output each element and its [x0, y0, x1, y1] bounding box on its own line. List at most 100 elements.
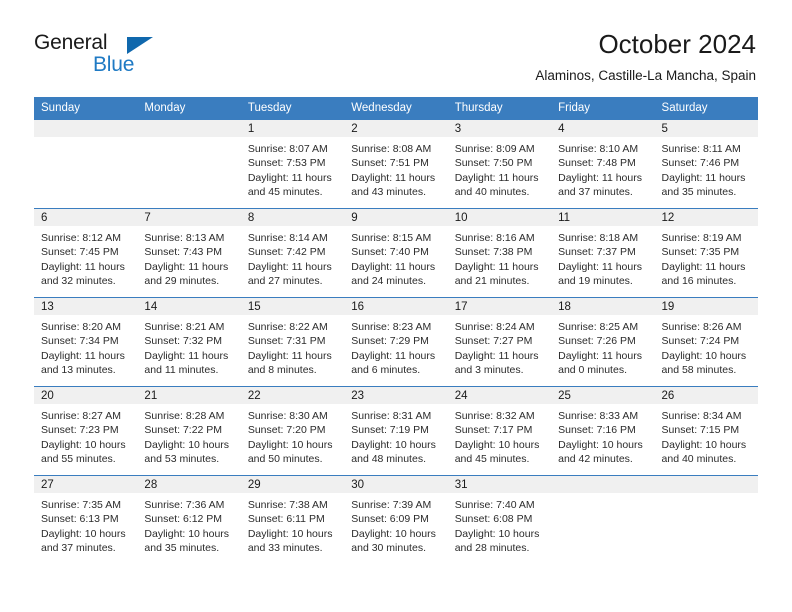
sunset-text: Sunset: 7:23 PM: [41, 424, 119, 437]
daylight-text-line2: and 37 minutes.: [41, 541, 116, 554]
sunset-text: Sunset: 7:19 PM: [351, 424, 429, 437]
calendar-day-cell[interactable]: 5 Sunrise: 8:11 AM Sunset: 7:46 PM Daylight…: [654, 119, 758, 209]
calendar-day-cell-empty: [34, 119, 138, 209]
calendar-day-cell[interactable]: 4 Sunrise: 8:10 AM Sunset: 7:48 PM Daylight…: [551, 119, 655, 209]
day-details: Sunrise: 8:09 AM Sunset: 7:50 PM Daylight:…: [448, 137, 551, 199]
calendar-day-cell[interactable]: 26 Sunrise: 8:34 AM Sunset: 7:15 PM Dayligh…: [654, 386, 758, 476]
daylight-text-line1: Daylight: 11 hours: [41, 260, 125, 273]
sunrise-text: Sunrise: 8:13 AM: [144, 232, 225, 244]
day-number: 16: [344, 298, 448, 315]
calendar-day-cell[interactable]: 27 Sunrise: 7:35 AM Sunset: 6:13 PM Dayligh…: [34, 475, 138, 565]
calendar-week-row: 6 Sunrise: 8:12 AM Sunset: 7:45 PM Daylight…: [34, 208, 758, 298]
day-number: 21: [137, 387, 241, 404]
daylight-text-line2: and 42 minutes.: [558, 452, 633, 465]
daylight-text-line1: Daylight: 10 hours: [41, 438, 126, 451]
day-details: Sunrise: 8:20 AM Sunset: 7:34 PM Daylight:…: [34, 315, 137, 377]
calendar-day-cell[interactable]: 12 Sunrise: 8:19 AM Sunset: 7:35 PM Dayligh…: [654, 208, 758, 298]
sunrise-text: Sunrise: 8:10 AM: [558, 143, 639, 155]
calendar-day-cell[interactable]: 14 Sunrise: 8:21 AM Sunset: 7:32 PM Dayligh…: [137, 297, 241, 387]
sunrise-text: Sunrise: 8:32 AM: [454, 410, 535, 422]
calendar-day-cell[interactable]: 24 Sunrise: 8:32 AM Sunset: 7:17 PM Dayligh…: [447, 386, 552, 476]
sunrise-text: Sunrise: 7:39 AM: [351, 499, 432, 511]
calendar-day-cell[interactable]: 6 Sunrise: 8:12 AM Sunset: 7:45 PM Daylight…: [34, 208, 138, 298]
sunrise-text: Sunrise: 8:28 AM: [144, 410, 225, 422]
calendar-week-row: 27 Sunrise: 7:35 AM Sunset: 6:13 PM Dayligh…: [34, 475, 758, 565]
day-details: Sunrise: 8:14 AM Sunset: 7:42 PM Daylight:…: [241, 226, 344, 288]
day-number: 18: [551, 298, 655, 315]
day-details: Sunrise: 8:08 AM Sunset: 7:51 PM Daylight:…: [344, 137, 447, 199]
calendar-day-cell[interactable]: 20 Sunrise: 8:27 AM Sunset: 7:23 PM Dayligh…: [34, 386, 138, 476]
daylight-text-line1: Daylight: 10 hours: [247, 438, 333, 451]
calendar-day-cell[interactable]: 1 Sunrise: 8:07 AM Sunset: 7:53 PM Daylight…: [240, 119, 345, 209]
day-number: 9: [344, 209, 448, 226]
calendar-day-cell[interactable]: 29 Sunrise: 7:38 AM Sunset: 6:11 PM Dayligh…: [240, 475, 345, 565]
sunrise-text: Sunrise: 8:18 AM: [558, 232, 639, 244]
daylight-text-line1: Daylight: 10 hours: [351, 527, 436, 540]
daylight-text-line2: and 13 minutes.: [41, 363, 116, 376]
daylight-text-line2: and 16 minutes.: [661, 274, 737, 287]
calendar-day-cell[interactable]: 15 Sunrise: 8:22 AM Sunset: 7:31 PM Dayligh…: [240, 297, 345, 387]
calendar-day-cell[interactable]: 31 Sunrise: 7:40 AM Sunset: 6:08 PM Dayligh…: [447, 475, 552, 565]
day-number: 3: [447, 120, 552, 137]
calendar-day-cell[interactable]: 22 Sunrise: 8:30 AM Sunset: 7:20 PM Dayligh…: [240, 386, 345, 476]
calendar-day-cell[interactable]: 7 Sunrise: 8:13 AM Sunset: 7:43 PM Daylight…: [137, 208, 241, 298]
sunrise-text: Sunrise: 8:31 AM: [351, 410, 432, 422]
calendar-day-cell[interactable]: 10 Sunrise: 8:16 AM Sunset: 7:38 PM Dayligh…: [447, 208, 552, 298]
calendar-day-cell[interactable]: 13 Sunrise: 8:20 AM Sunset: 7:34 PM Dayligh…: [34, 297, 138, 387]
sunset-text: Sunset: 7:16 PM: [558, 424, 636, 437]
daylight-text-line2: and 0 minutes.: [558, 363, 627, 376]
calendar-day-cell[interactable]: 8 Sunrise: 8:14 AM Sunset: 7:42 PM Daylight…: [240, 208, 345, 298]
calendar-day-cell[interactable]: 23 Sunrise: 8:31 AM Sunset: 7:19 PM Dayligh…: [344, 386, 448, 476]
daylight-text-line1: Daylight: 10 hours: [661, 349, 747, 362]
daylight-text-line1: Daylight: 10 hours: [351, 438, 436, 451]
day-details: Sunrise: 8:21 AM Sunset: 7:32 PM Daylight:…: [137, 315, 240, 377]
sunrise-text: Sunrise: 8:33 AM: [558, 410, 639, 422]
sunrise-text: Sunrise: 8:08 AM: [351, 143, 432, 155]
sunset-text: Sunset: 7:27 PM: [454, 335, 533, 348]
daylight-text-line1: Daylight: 11 hours: [351, 260, 436, 273]
sunrise-text: Sunrise: 8:30 AM: [247, 410, 328, 422]
sunrise-text: Sunrise: 8:16 AM: [454, 232, 535, 244]
day-number: 6: [34, 209, 138, 226]
page-title: October 2024: [598, 29, 756, 59]
calendar-day-cell[interactable]: 19 Sunrise: 8:26 AM Sunset: 7:24 PM Dayligh…: [654, 297, 758, 387]
sunset-text: Sunset: 7:20 PM: [247, 424, 326, 437]
calendar-week-row: 20 Sunrise: 8:27 AM Sunset: 7:23 PM Dayligh…: [34, 386, 758, 476]
calendar-day-cell[interactable]: 11 Sunrise: 8:18 AM Sunset: 7:37 PM Dayligh…: [551, 208, 655, 298]
calendar-day-cell[interactable]: 18 Sunrise: 8:25 AM Sunset: 7:26 PM Dayligh…: [551, 297, 655, 387]
day-details: Sunrise: 7:36 AM Sunset: 6:12 PM Daylight:…: [137, 493, 240, 555]
day-number: 27: [34, 476, 138, 493]
calendar-day-cell[interactable]: 9 Sunrise: 8:15 AM Sunset: 7:40 PM Daylight…: [344, 208, 448, 298]
sunset-text: Sunset: 7:51 PM: [351, 157, 429, 170]
daylight-text-line1: Daylight: 10 hours: [454, 438, 540, 451]
calendar-day-cell[interactable]: 25 Sunrise: 8:33 AM Sunset: 7:16 PM Dayligh…: [551, 386, 655, 476]
weekday-header-wednesday: Wednesday: [344, 97, 448, 120]
day-number: 1: [240, 120, 345, 137]
day-details: Sunrise: 7:35 AM Sunset: 6:13 PM Daylight:…: [34, 493, 137, 555]
daylight-text-line2: and 45 minutes.: [247, 185, 323, 198]
sunset-text: Sunset: 7:38 PM: [454, 246, 533, 259]
day-number: 20: [34, 387, 138, 404]
calendar-day-cell[interactable]: 17 Sunrise: 8:24 AM Sunset: 7:27 PM Dayligh…: [447, 297, 552, 387]
sunset-text: Sunset: 7:48 PM: [558, 157, 636, 170]
calendar-day-cell[interactable]: 3 Sunrise: 8:09 AM Sunset: 7:50 PM Daylight…: [447, 119, 552, 209]
sunrise-text: Sunrise: 8:09 AM: [454, 143, 535, 155]
daylight-text-line1: Daylight: 10 hours: [144, 438, 230, 451]
calendar-day-cell[interactable]: 28 Sunrise: 7:36 AM Sunset: 6:12 PM Dayligh…: [137, 475, 241, 565]
weekday-header-monday: Monday: [137, 97, 241, 120]
day-details: Sunrise: 8:12 AM Sunset: 7:45 PM Daylight:…: [34, 226, 137, 288]
daylight-text-line2: and 6 minutes.: [351, 363, 421, 376]
day-details: Sunrise: 8:16 AM Sunset: 7:38 PM Daylight:…: [448, 226, 551, 288]
sunset-text: Sunset: 7:32 PM: [144, 335, 223, 348]
day-number: 11: [551, 209, 655, 226]
sunset-text: Sunset: 7:34 PM: [41, 335, 119, 348]
calendar-day-cell[interactable]: 2 Sunrise: 8:08 AM Sunset: 7:51 PM Daylight…: [344, 119, 448, 209]
sunset-text: Sunset: 7:37 PM: [558, 246, 636, 259]
daylight-text-line1: Daylight: 11 hours: [661, 260, 746, 273]
calendar-day-cell[interactable]: 16 Sunrise: 8:23 AM Sunset: 7:29 PM Dayligh…: [344, 297, 448, 387]
daylight-text-line2: and 21 minutes.: [454, 274, 530, 287]
calendar-day-cell[interactable]: 30 Sunrise: 7:39 AM Sunset: 6:09 PM Dayligh…: [344, 475, 448, 565]
weekday-header-friday: Friday: [551, 97, 655, 120]
calendar-day-cell[interactable]: 21 Sunrise: 8:28 AM Sunset: 7:22 PM Dayligh…: [137, 386, 241, 476]
sunset-text: Sunset: 7:31 PM: [247, 335, 326, 348]
